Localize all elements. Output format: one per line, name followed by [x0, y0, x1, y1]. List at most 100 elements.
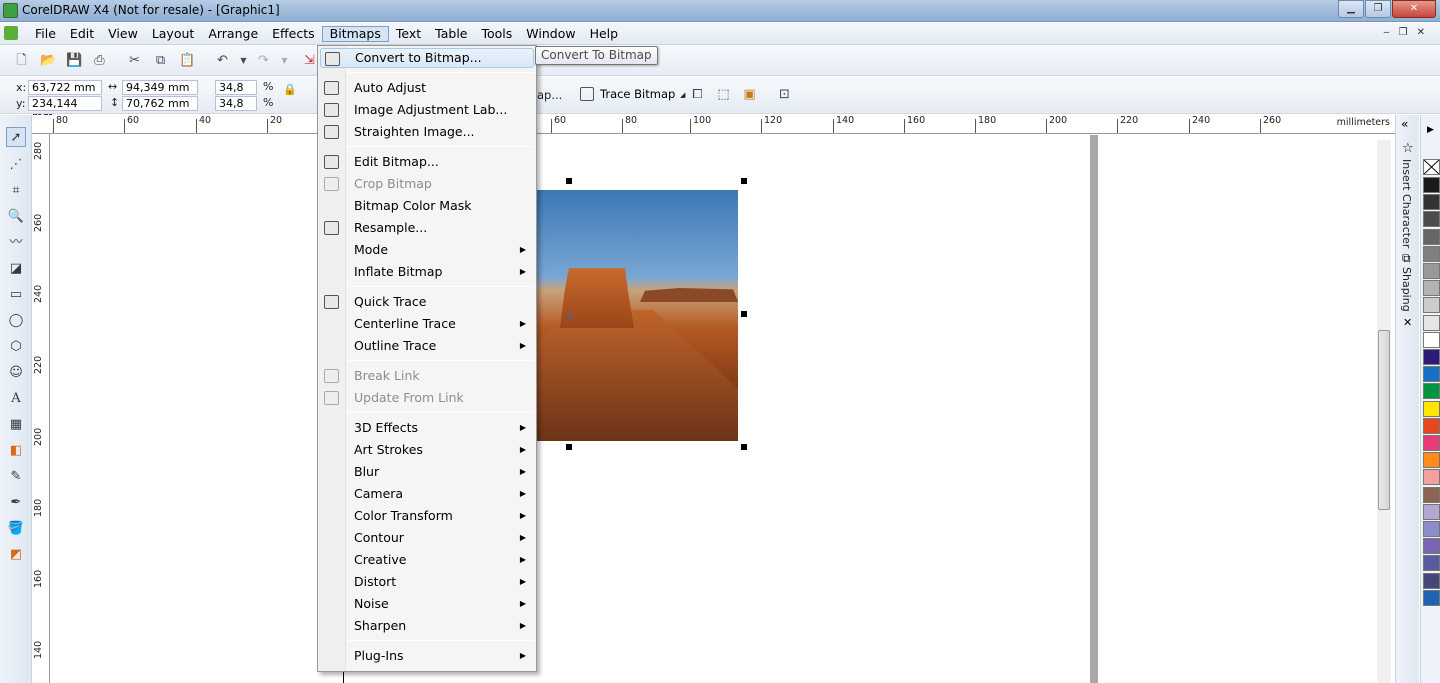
palette-swatch[interactable] [1423, 194, 1440, 211]
menu-resample[interactable]: Resample... [320, 218, 534, 238]
resample-icon[interactable]: ⬚ [716, 87, 731, 102]
save-icon[interactable]: 💾 [66, 53, 82, 68]
polygon-tool-icon[interactable]: ⬡ [6, 337, 26, 357]
palette-swatch[interactable] [1423, 503, 1440, 520]
rectangle-tool-icon[interactable]: ▭ [6, 285, 26, 305]
palette-swatch[interactable] [1423, 521, 1440, 537]
document-icon[interactable] [4, 26, 18, 40]
vertical-scrollbar[interactable] [1377, 140, 1391, 683]
menu-plug-ins[interactable]: Plug-Ins ▶ [320, 646, 534, 666]
interactive-fill-tool-icon[interactable]: ◩ [6, 545, 26, 565]
palette-swatch[interactable] [1423, 280, 1440, 297]
menu-bitmap-color-mask[interactable]: Bitmap Color Mask [320, 196, 534, 216]
palette-swatch[interactable] [1423, 349, 1440, 365]
menu-text[interactable]: Text [389, 26, 428, 42]
redo-icon[interactable]: ↷ [256, 53, 271, 68]
menu-outline-trace[interactable]: Outline Trace ▶ [320, 336, 534, 356]
smart-fill-tool-icon[interactable]: ◪ [6, 259, 26, 279]
import-icon[interactable]: ⇲ [302, 53, 317, 68]
new-icon[interactable]: 🗋 [14, 53, 29, 68]
palette-swatch[interactable] [1423, 245, 1440, 262]
scrollbar-thumb[interactable] [1378, 330, 1390, 510]
fill-tool-icon[interactable]: 🪣 [6, 519, 26, 539]
menu-quick-trace[interactable]: Quick Trace [320, 292, 534, 312]
document-window-controls[interactable]: ‒❐✕ [1383, 27, 1434, 38]
palette-scroll-up-icon[interactable]: ▶ [1427, 125, 1434, 135]
menu-inflate-bitmap[interactable]: Inflate Bitmap ▶ [320, 262, 534, 282]
selection-handle[interactable] [566, 178, 572, 184]
palette-swatch[interactable] [1423, 555, 1440, 572]
vertical-ruler[interactable]: 280 260 240 220 200 180 160 140 [32, 134, 50, 683]
trace-dropdown-icon[interactable]: ◢ [680, 91, 685, 99]
print-icon[interactable]: ⎙ [92, 53, 107, 68]
edit-bitmap-button[interactable]: ap... [537, 88, 562, 102]
horizontal-ruler[interactable]: 80 60 40 20 60 80 100 120 140 160 180 20… [32, 115, 1395, 134]
palette-swatch[interactable] [1423, 211, 1440, 228]
insert-character-tab[interactable]: Insert Character [1400, 159, 1413, 248]
x-position-field[interactable]: 63,722 mm [28, 80, 102, 95]
menu-edit[interactable]: Edit [63, 26, 101, 42]
table-tool-icon[interactable]: ▦ [6, 415, 26, 435]
menu-arrange[interactable]: Arrange [201, 26, 265, 42]
coreldraw-app-icon[interactable] [3, 3, 18, 18]
selection-handle[interactable] [741, 444, 747, 450]
undo-dropdown-icon[interactable]: ▼ [236, 53, 251, 68]
close-docker-icon[interactable]: ✕ [1403, 316, 1412, 329]
palette-swatch[interactable] [1423, 228, 1440, 245]
pick-tool-icon[interactable]: ➚ [6, 127, 26, 147]
palette-swatch[interactable] [1423, 366, 1440, 383]
outline-tool-icon[interactable]: ✒ [6, 493, 26, 513]
menu-break-link[interactable]: Break Link [320, 366, 534, 386]
redo-dropdown-icon[interactable]: ▼ [277, 53, 292, 68]
menu-image-adjustment-lab[interactable]: Image Adjustment Lab... [320, 100, 534, 120]
eyedropper-tool-icon[interactable]: ✎ [6, 467, 26, 487]
palette-swatch[interactable] [1423, 417, 1440, 434]
palette-swatch[interactable] [1423, 435, 1440, 451]
menu-edit-bitmap[interactable]: Edit Bitmap... [320, 152, 534, 172]
interactive-blend-tool-icon[interactable]: ◧ [6, 441, 26, 461]
crop-tool-icon[interactable]: ⌗ [6, 181, 26, 201]
menu-noise[interactable]: Noise ▶ [320, 594, 534, 614]
scale-y-field[interactable]: 34,8 [215, 96, 257, 111]
palette-swatch[interactable] [1423, 469, 1440, 486]
zoom-tool-icon[interactable]: 🔍 [6, 207, 26, 227]
palette-swatch[interactable] [1423, 589, 1440, 606]
palette-swatch[interactable] [1423, 400, 1440, 417]
copy-icon[interactable]: ⧉ [153, 53, 168, 68]
menu-view[interactable]: View [101, 26, 145, 42]
menu-auto-adjust[interactable]: Auto Adjust [320, 78, 534, 98]
menu-mode[interactable]: Mode ▶ [320, 240, 534, 260]
crop-bitmap-icon[interactable]: ⧠ [690, 87, 705, 102]
menu-3d-effects[interactable]: 3D Effects ▶ [320, 418, 534, 438]
palette-swatch[interactable] [1423, 452, 1440, 469]
palette-swatch[interactable] [1423, 314, 1440, 331]
menu-sharpen[interactable]: Sharpen ▶ [320, 616, 534, 636]
close-button[interactable]: ✕ [1392, 0, 1436, 18]
menu-effects[interactable]: Effects [265, 26, 322, 42]
menu-blur[interactable]: Blur ▶ [320, 462, 534, 482]
freehand-tool-icon[interactable]: 〰 [6, 233, 26, 253]
y-position-field[interactable]: 234,144 mm [28, 96, 102, 123]
shaping-tab[interactable]: Shaping [1400, 267, 1413, 312]
menu-straighten-image[interactable]: Straighten Image... [320, 122, 534, 142]
scale-x-field[interactable]: 34,8 [215, 80, 257, 95]
trace-bitmap-button[interactable]: Trace Bitmap [580, 87, 675, 105]
selection-handle[interactable] [566, 444, 572, 450]
palette-swatch[interactable] [1423, 538, 1440, 555]
menu-table[interactable]: Table [428, 26, 474, 42]
menu-tools[interactable]: Tools [474, 26, 519, 42]
open-icon[interactable]: 📂 [40, 53, 56, 68]
text-tool-icon[interactable]: A [6, 389, 26, 409]
minimize-button[interactable]: ▁ [1338, 0, 1364, 18]
link-icon[interactable]: ⊡ [777, 87, 792, 102]
menu-help[interactable]: Help [583, 26, 626, 42]
menu-layout[interactable]: Layout [145, 26, 202, 42]
palette-swatch[interactable] [1423, 383, 1440, 400]
collapse-docker-icon[interactable]: « [1401, 117, 1408, 131]
shape-tool-icon[interactable]: ⋰ [6, 155, 26, 175]
menu-distort[interactable]: Distort ▶ [320, 572, 534, 592]
menu-camera[interactable]: Camera ▶ [320, 484, 534, 504]
palette-swatch[interactable] [1423, 331, 1440, 348]
menu-file[interactable]: File [28, 26, 63, 42]
menu-contour[interactable]: Contour ▶ [320, 528, 534, 548]
